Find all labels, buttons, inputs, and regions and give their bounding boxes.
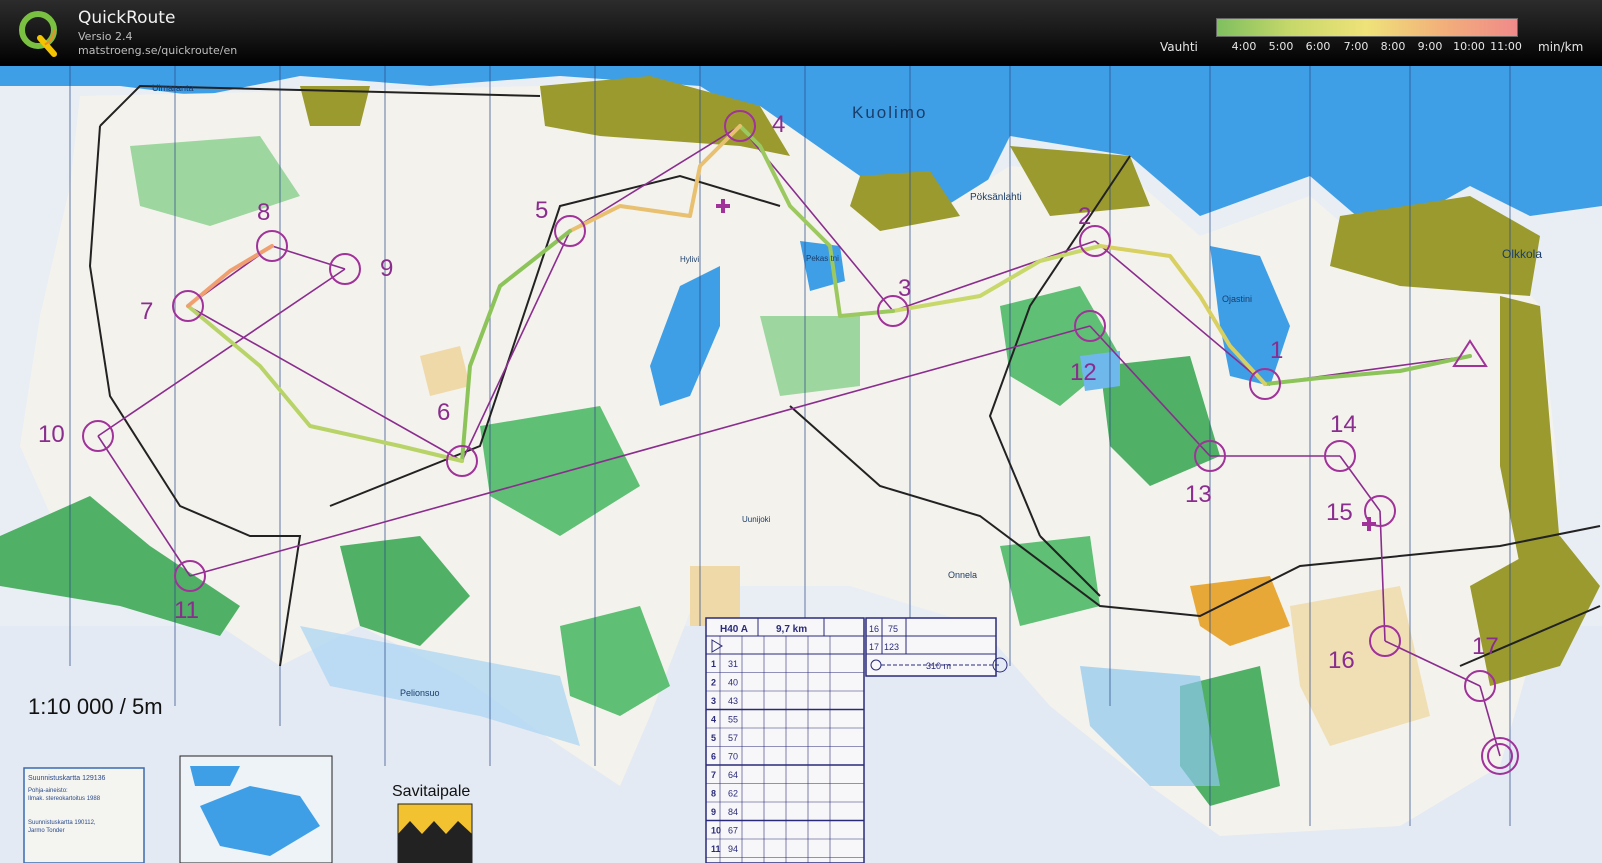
place-name-shore: Uimaranta [152, 83, 194, 93]
desc-right-row-number: 17 [869, 642, 879, 652]
desc-row-code: 67 [728, 826, 738, 836]
info-line4: Jarmo Tonder [28, 828, 65, 834]
desc-right-row-code: 123 [884, 642, 899, 652]
town-name: Savitaipale [392, 783, 470, 800]
control-number-6: 6 [437, 399, 450, 426]
control-number-10: 10 [38, 421, 65, 448]
place-name-brook: Uunijoki [742, 515, 771, 524]
desc-row-code: 43 [728, 696, 738, 706]
pace-tick: 8:00 [1380, 40, 1406, 53]
desc-row-number: 9 [711, 807, 716, 817]
orienteering-map-canvas[interactable]: 1 2 3 4 5 6 7 8 9 10 11 12 13 14 15 16 1… [0, 66, 1602, 863]
desc-row-number: 2 [711, 678, 716, 688]
control-number-4: 4 [772, 111, 785, 138]
control-number-1: 1 [1270, 337, 1283, 364]
header-bar: QuickRoute Versio 2.4 matstroeng.se/quic… [0, 0, 1602, 66]
desc-row-number: 4 [711, 715, 716, 725]
info-title: Suunnistuskartta 129136 [28, 775, 106, 782]
desc-row-number: 6 [711, 752, 716, 762]
desc-row-number: 1 [711, 659, 716, 669]
quickroute-logo-icon [19, 11, 57, 57]
control-number-3: 3 [898, 275, 911, 302]
map-drawing[interactable]: 1 2 3 4 5 6 7 8 9 10 11 12 13 14 15 16 1… [0, 66, 1602, 863]
desc-row-code: 64 [728, 770, 738, 780]
desc-row-code: 70 [728, 752, 738, 762]
info-line3: Suunnistuskartta 190112, [28, 820, 96, 826]
course-distance: 9,7 km [776, 624, 807, 635]
place-name-field: Onnela [948, 570, 977, 580]
desc-row-code: 94 [728, 844, 738, 854]
control-number-11: 11 [174, 597, 199, 624]
place-name-lake: Kuolimo [852, 103, 927, 122]
pace-label: Vauhti [1160, 40, 1198, 54]
place-name-bay: Pöksänlahti [970, 192, 1022, 203]
info-line1: Pohja-aineisto: [28, 788, 68, 794]
map-info-box: Suunnistuskartta 129136 Pohja-aineisto: … [23, 767, 145, 863]
overview-map [179, 755, 333, 863]
control-number-8: 8 [257, 199, 270, 226]
place-name-village: Olkkola [1502, 247, 1542, 261]
desc-row-code: 31 [728, 659, 738, 669]
pace-tick: 9:00 [1417, 40, 1443, 53]
desc-row-number: 8 [711, 789, 716, 799]
place-name-pond2: Pekas tni [806, 254, 839, 263]
desc-row-code: 84 [728, 807, 738, 817]
desc-right-row-code: 75 [888, 624, 898, 634]
control-number-12: 12 [1070, 359, 1097, 386]
control-number-5: 5 [535, 197, 548, 224]
desc-row-code: 40 [728, 678, 738, 688]
place-name-marsh: Pelionsuo [400, 688, 440, 698]
pace-tick: 10:00 [1453, 40, 1485, 53]
desc-row-code: 55 [728, 715, 738, 725]
control-number-15: 15 [1326, 499, 1353, 526]
map-scale: 1:10 000 / 5m [28, 694, 163, 719]
desc-row-code: 62 [728, 789, 738, 799]
control-number-13: 13 [1185, 481, 1212, 508]
pace-tick: 11:00 [1490, 40, 1522, 53]
desc-row-number: 7 [711, 770, 716, 780]
control-number-9: 9 [380, 255, 393, 282]
course-class: H40 A [720, 624, 748, 635]
pace-tick: 5:00 [1268, 40, 1294, 53]
desc-right-row-number: 16 [869, 624, 879, 634]
desc-row-number: 5 [711, 733, 716, 743]
control-number-14: 14 [1330, 411, 1357, 438]
desc-row-number: 3 [711, 696, 716, 706]
coat-of-arms-pattern [398, 821, 472, 863]
pace-unit: min/km [1538, 40, 1584, 54]
pace-tick: 4:00 [1231, 40, 1257, 53]
app-title: QuickRoute [78, 8, 176, 28]
place-name-lake2: Ojastini [1222, 294, 1252, 304]
app-url[interactable]: matstroeng.se/quickroute/en [78, 44, 237, 57]
app-version: Versio 2.4 [78, 30, 133, 43]
control-number-7: 7 [140, 298, 153, 325]
open-land-yellow [690, 566, 740, 626]
control-number-2: 2 [1078, 203, 1091, 230]
desc-row-number: 10 [711, 826, 721, 836]
pace-tick: 7:00 [1343, 40, 1369, 53]
place-name-pond1: Hylivi [680, 255, 699, 264]
desc-row-number: 11 [711, 844, 721, 854]
pace-tick: 6:00 [1305, 40, 1331, 53]
desc-row-code: 57 [728, 733, 738, 743]
pace-ticks: 4:00 5:00 6:00 7:00 8:00 9:00 10:00 11:0… [1216, 40, 1526, 54]
pace-gradient-bar [1216, 18, 1518, 37]
finish-distance: 310 m [926, 661, 951, 671]
control-number-17: 17 [1472, 633, 1499, 660]
control-number-16: 16 [1328, 647, 1355, 674]
info-line2: Ilmak. stereokartoitus 1988 [28, 796, 101, 802]
